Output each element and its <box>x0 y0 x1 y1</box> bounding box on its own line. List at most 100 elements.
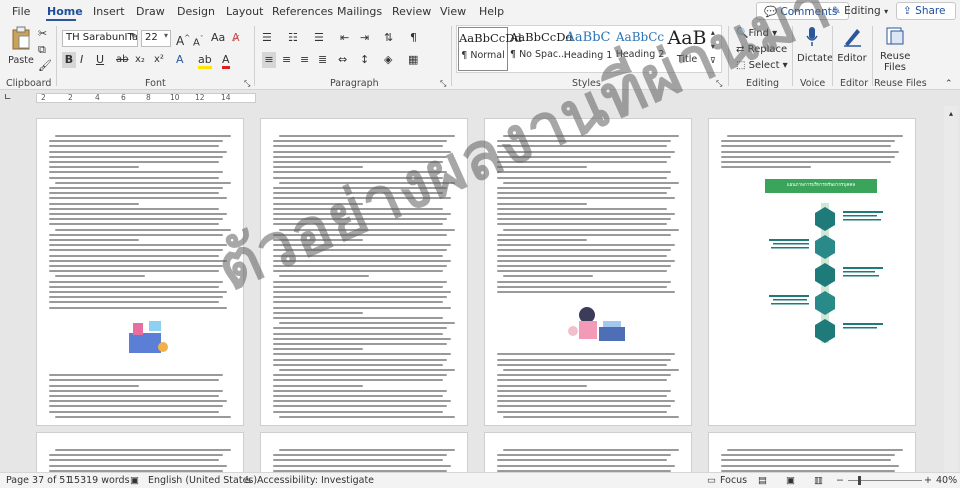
style-no-spacing[interactable]: AaBbCcDd ¶ No Spac... <box>510 27 573 71</box>
text-line <box>497 353 675 356</box>
format-painter-icon[interactable]: 🖌 <box>38 58 52 74</box>
thai-distributed-icon[interactable]: ⇔ <box>338 52 347 68</box>
zoom-slider-thumb[interactable] <box>858 476 861 485</box>
italic-button[interactable]: I <box>80 52 83 68</box>
ruler-number: 2 <box>41 93 46 102</box>
cut-icon[interactable]: ✂ <box>38 26 47 42</box>
text-line <box>497 459 667 462</box>
text-line <box>49 244 227 247</box>
word-count[interactable]: 15319 words <box>68 475 130 486</box>
tab-view[interactable]: View <box>440 5 466 18</box>
text-line <box>273 464 451 467</box>
style-preview: AaBbC <box>565 30 611 45</box>
text-line <box>49 145 219 148</box>
paste-label: Paste <box>8 55 34 66</box>
page-count[interactable]: Page 37 of 51 <box>6 475 71 486</box>
text-line <box>497 265 671 267</box>
font-size-select[interactable]: 22 ▾ <box>141 30 171 47</box>
subscript-button[interactable]: x₂ <box>135 52 145 68</box>
highlight-icon[interactable]: ab <box>198 52 212 69</box>
line-spacing-icon[interactable]: ↕ <box>360 52 369 68</box>
language-indicator[interactable]: English (United States) <box>148 475 257 486</box>
editing-mode-label: Editing <box>844 5 881 17</box>
tab-references[interactable]: References <box>272 5 333 18</box>
accessibility-status[interactable]: Accessibility: Investigate <box>257 475 374 486</box>
text-line <box>49 259 227 262</box>
tab-insert[interactable]: Insert <box>93 5 125 18</box>
tab-layout[interactable]: Layout <box>226 5 263 18</box>
text-line <box>503 275 593 278</box>
clear-formatting-icon[interactable]: A̷ <box>232 30 240 46</box>
font-name-select[interactable]: TH SarabunITas ▾ <box>62 30 138 47</box>
document-page[interactable] <box>260 432 468 472</box>
clipboard-icon <box>12 26 30 50</box>
paste-button[interactable]: Paste <box>8 26 34 69</box>
text-line <box>49 454 223 457</box>
grow-font-button[interactable]: A^ <box>176 30 190 49</box>
zoom-level[interactable]: 40% <box>936 475 957 486</box>
multilevel-list-icon[interactable]: ☰ <box>314 30 324 46</box>
text-line <box>49 280 223 283</box>
text-line <box>273 400 451 403</box>
tab-review[interactable]: Review <box>392 5 431 18</box>
font-color-icon[interactable]: A <box>222 52 230 69</box>
increase-indent-icon[interactable]: ⇥ <box>360 30 369 46</box>
text-line <box>55 135 231 137</box>
status-bar: Page 37 of 51 15319 words ▣ English (Uni… <box>0 472 960 488</box>
text-line <box>49 285 219 288</box>
share-button[interactable]: ⇪ Share <box>896 2 956 20</box>
bullets-icon[interactable]: ☰ <box>262 30 272 46</box>
shrink-font-button[interactable]: Aˇ <box>193 31 203 51</box>
editing-mode-button[interactable]: ✎ Editing ▾ <box>832 5 888 17</box>
superscript-button[interactable]: x² <box>154 52 164 68</box>
document-page[interactable] <box>484 432 692 472</box>
change-case-button[interactable]: Aa <box>211 30 225 46</box>
infographic-diagram <box>769 203 883 343</box>
align-right-icon[interactable]: ≡ <box>300 52 309 68</box>
borders-icon[interactable]: ▦ <box>408 52 418 68</box>
tab-selector-icon[interactable]: ∟ <box>4 90 12 106</box>
zoom-in-icon[interactable]: + <box>924 475 932 486</box>
vertical-scrollbar[interactable]: ▴ <box>944 106 958 472</box>
justify-icon[interactable]: ≣ <box>318 52 327 68</box>
tab-mailings[interactable]: Mailings <box>337 5 382 18</box>
bold-button[interactable]: B <box>62 52 76 68</box>
text-line <box>721 155 895 158</box>
text-line <box>497 223 667 226</box>
decrease-indent-icon[interactable]: ⇤ <box>340 30 349 46</box>
tab-home[interactable]: Home <box>47 5 83 18</box>
strikethrough-button[interactable]: ab <box>116 52 128 68</box>
zoom-out-icon[interactable]: − <box>836 475 844 486</box>
tab-draw[interactable]: Draw <box>136 5 165 18</box>
style-normal[interactable]: AaBbCcDd ¶ Normal <box>458 27 522 71</box>
read-mode-icon[interactable]: ▤ <box>758 475 767 486</box>
copy-icon[interactable]: ⧉ <box>38 42 46 58</box>
document-page[interactable] <box>36 118 244 426</box>
text-line <box>49 374 223 377</box>
style-name: ¶ No Spac... <box>510 49 568 60</box>
tab-help[interactable]: Help <box>479 5 504 18</box>
sort-icon[interactable]: ⇅ <box>384 30 393 46</box>
document-page[interactable]: แผนภาพการบริหารทรัพยากรบุคคล <box>708 118 916 426</box>
document-page[interactable] <box>36 432 244 472</box>
print-layout-icon[interactable]: ▣ <box>786 475 795 486</box>
tab-file[interactable]: File <box>12 5 30 18</box>
align-center-icon[interactable]: ≡ <box>282 52 291 68</box>
focus-button[interactable]: Focus <box>720 475 747 486</box>
tab-design[interactable]: Design <box>177 5 215 18</box>
align-left-icon[interactable]: ≡ <box>262 52 276 68</box>
show-formatting-icon[interactable]: ¶ <box>410 30 417 46</box>
text-line <box>721 166 811 169</box>
reuse-files-button[interactable]: Reuse Files <box>880 26 910 73</box>
underline-button[interactable]: U <box>96 52 104 68</box>
ruler-number: 14 <box>221 93 231 102</box>
web-layout-icon[interactable]: ▥ <box>814 475 823 486</box>
text-line <box>55 415 231 418</box>
numbering-icon[interactable]: ☷ <box>288 30 298 46</box>
proofing-icon[interactable]: ▣ <box>130 475 139 486</box>
text-line <box>273 306 451 309</box>
text-effects-icon[interactable]: A <box>176 52 184 68</box>
text-line <box>273 410 443 413</box>
shading-icon[interactable]: ◈ <box>384 52 392 68</box>
document-page[interactable] <box>708 432 916 472</box>
